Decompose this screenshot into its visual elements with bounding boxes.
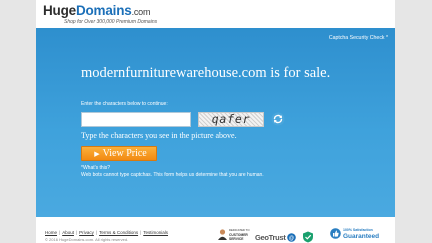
view-price-label: View Price: [102, 148, 147, 159]
copyright: © 2016 HugeDomains.com. All rights reser…: [45, 237, 129, 242]
footer-link-home[interactable]: Home: [45, 230, 57, 235]
captcha-security-check-link[interactable]: Captcha Security Check *: [329, 35, 388, 41]
hero-panel: Captcha Security Check * modernfurniture…: [36, 28, 395, 217]
satisfaction-line2: Guaranteed: [343, 232, 380, 240]
svg-text:@: @: [289, 235, 294, 241]
satisfaction-text: 100% Satisfaction Guaranteed: [343, 228, 379, 240]
play-arrow-icon: ▶: [94, 150, 100, 158]
footer-link-about[interactable]: About: [62, 230, 74, 235]
hugedomains-logo[interactable]: HugeDomains.com: [43, 4, 157, 19]
geotrust-seal-icon: @: [286, 232, 296, 242]
tagline: Shop for Over 300,000 Premium Domains: [64, 19, 158, 25]
shield-icon: [302, 231, 313, 243]
captcha-explanation: Web bots cannot type captchas. This form…: [81, 172, 264, 178]
refresh-captcha-icon[interactable]: [271, 112, 285, 126]
separator: |: [140, 230, 142, 235]
view-price-button[interactable]: ▶ View Price: [81, 146, 157, 161]
geotrust-badge[interactable]: GeoTrust @: [255, 231, 314, 243]
logo-com: .com: [131, 7, 151, 17]
captcha-image: qafer: [198, 112, 264, 127]
footer: Home | About | Privacy | Terms & Conditions | Te…: [36, 217, 395, 243]
geotrust-label: GeoTrust: [255, 232, 286, 242]
footer-link-terms[interactable]: Terms & Conditions: [99, 230, 138, 235]
header: HugeDomains.com Shop for Over 300,000 Pr…: [43, 4, 157, 26]
customer-service-badge: DEDICATED TO CUSTOMER SERVICE: [218, 228, 250, 242]
captcha-input[interactable]: [81, 112, 191, 127]
thumbs-up-icon: [330, 228, 341, 240]
domain-title: modernfurniturewarehouse.com is for sale…: [81, 65, 331, 81]
separator: |: [75, 230, 78, 235]
footer-links: Home | About | Privacy | Terms & Conditions | Te…: [45, 230, 168, 235]
logo-huge: Huge: [43, 3, 76, 18]
cs-line1: DEDICATED TO: [229, 228, 250, 232]
whats-this-link[interactable]: *What's this?: [81, 165, 110, 172]
captcha-security-check-label: Captcha Security Check: [328, 35, 385, 41]
page-container: HugeDomains.com Shop for Over 300,000 Pr…: [36, 0, 395, 243]
satisfaction-badge: 100% Satisfaction Guaranteed: [330, 228, 379, 240]
asterisk-icon: *: [385, 35, 388, 41]
cs-line3: SERVICE: [229, 237, 244, 241]
footer-link-testimonials[interactable]: Testimonials: [143, 230, 168, 235]
footer-link-privacy[interactable]: Privacy: [79, 230, 94, 235]
enter-characters-label: Enter the characters below to continue:: [81, 101, 168, 107]
separator: |: [59, 230, 61, 235]
logo-domains: Domains: [75, 3, 132, 18]
type-characters-instruction: Type the characters you see in the pictu…: [81, 131, 237, 140]
separator: |: [95, 230, 98, 235]
customer-service-text: DEDICATED TO CUSTOMER SERVICE: [229, 228, 250, 242]
customer-service-icon: [218, 229, 227, 241]
